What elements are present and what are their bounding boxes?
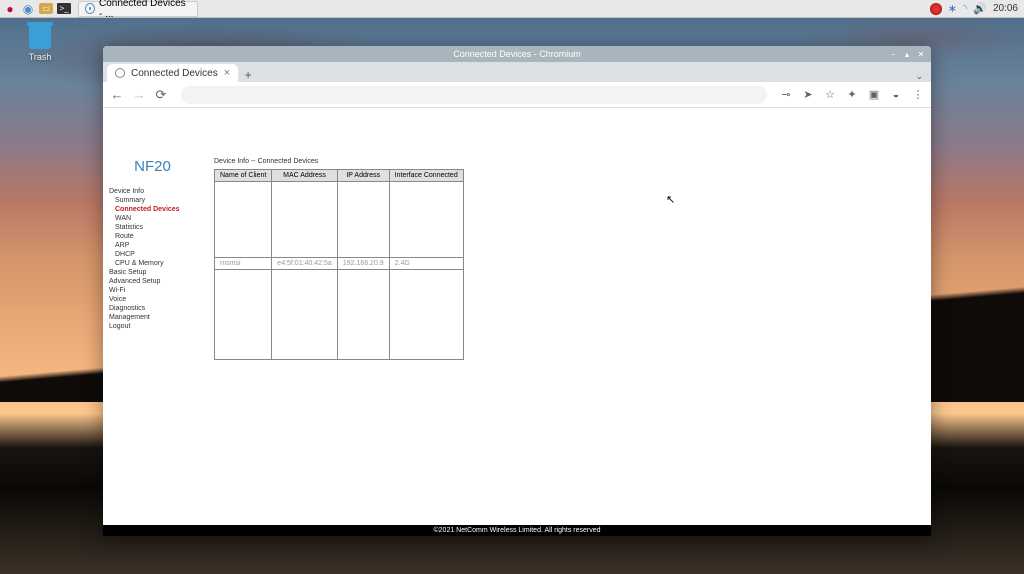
address-bar[interactable] bbox=[181, 86, 767, 104]
new-tab-button[interactable]: + bbox=[238, 68, 258, 82]
nav-connected-devices[interactable]: Connected Devices bbox=[109, 205, 196, 214]
tab-close-icon[interactable]: × bbox=[224, 67, 230, 79]
nav-diagnostics[interactable]: Diagnostics bbox=[109, 304, 196, 313]
tab-label: Connected Devices bbox=[131, 68, 218, 79]
maximize-button[interactable]: ▴ bbox=[901, 48, 913, 60]
cell-iface: 2.4G bbox=[389, 258, 463, 270]
router-logo: NF20 bbox=[109, 158, 196, 187]
nav-cpu-memory[interactable]: CPU & Memory bbox=[109, 259, 196, 268]
taskbar: ● ◉ ▭ >_ Connected Devices - ... ∗ ◝ 🔊 2… bbox=[0, 0, 1024, 18]
wifi-icon[interactable]: ◝ bbox=[963, 2, 967, 15]
chromium-window: Connected Devices - Chromium − ▴ ✕ Conne… bbox=[103, 46, 931, 536]
sound-icon[interactable]: 🔊 bbox=[973, 2, 987, 15]
cell-mac: e4:5f:01:40:42:5a bbox=[272, 258, 338, 270]
browser-launcher-icon[interactable]: ◉ bbox=[20, 1, 36, 17]
back-button[interactable]: ← bbox=[109, 87, 125, 102]
nav-wifi[interactable]: Wi-Fi bbox=[109, 286, 196, 295]
breadcrumb: Device Info -- Connected Devices bbox=[214, 158, 931, 165]
page-content: NF20 Device Info Summary Connected Devic… bbox=[103, 108, 931, 525]
reload-button[interactable]: ⟳ bbox=[153, 87, 169, 103]
trash-label: Trash bbox=[29, 52, 52, 62]
nav-wan[interactable]: WAN bbox=[109, 214, 196, 223]
nav-route[interactable]: Route bbox=[109, 232, 196, 241]
th-name: Name of Client bbox=[215, 170, 272, 182]
th-mac: MAC Address bbox=[272, 170, 338, 182]
taskbar-window-button[interactable]: Connected Devices - ... bbox=[78, 1, 198, 17]
nav-statistics[interactable]: Statistics bbox=[109, 223, 196, 232]
device-icon[interactable]: ▣ bbox=[867, 88, 881, 101]
router-sidebar: NF20 Device Info Summary Connected Devic… bbox=[103, 108, 196, 525]
send-icon[interactable]: ➤ bbox=[801, 88, 815, 101]
window-titlebar[interactable]: Connected Devices - Chromium − ▴ ✕ bbox=[103, 46, 931, 62]
nav-arp[interactable]: ARP bbox=[109, 241, 196, 250]
nav-summary[interactable]: Summary bbox=[109, 196, 196, 205]
window-title: Connected Devices - Chromium bbox=[453, 49, 581, 59]
trash-bin-icon bbox=[29, 25, 51, 49]
minimize-button[interactable]: − bbox=[887, 48, 899, 60]
nav-logout[interactable]: Logout bbox=[109, 322, 196, 331]
star-icon[interactable]: ☆ bbox=[823, 88, 837, 101]
cell-name: rnsmsi bbox=[215, 258, 272, 270]
nav-advanced-setup[interactable]: Advanced Setup bbox=[109, 277, 196, 286]
nav-device-info[interactable]: Device Info bbox=[109, 187, 196, 196]
browser-tab[interactable]: Connected Devices × bbox=[107, 64, 238, 82]
extensions-icon[interactable]: ✦ bbox=[845, 88, 859, 101]
forward-button[interactable]: → bbox=[131, 87, 147, 102]
nav-basic-setup[interactable]: Basic Setup bbox=[109, 268, 196, 277]
table-row: rnsmsi e4:5f:01:40:42:5a 192.168.20.9 2.… bbox=[215, 258, 464, 270]
th-ip: IP Address bbox=[337, 170, 389, 182]
connected-devices-table: Name of Client MAC Address IP Address In… bbox=[214, 169, 464, 360]
bluetooth-icon[interactable]: ∗ bbox=[948, 2, 957, 15]
table-header-row: Name of Client MAC Address IP Address In… bbox=[215, 170, 464, 182]
tab-bar: Connected Devices × + ⌄ bbox=[103, 62, 931, 82]
taskbar-window-label: Connected Devices - ... bbox=[99, 0, 191, 20]
terminal-launcher-icon[interactable]: >_ bbox=[56, 1, 72, 17]
router-footer: ©2021 NetComm Wireless Limited. All righ… bbox=[103, 525, 931, 536]
chromium-icon bbox=[85, 3, 95, 14]
router-main: Device Info -- Connected Devices Name of… bbox=[196, 108, 931, 525]
files-launcher-icon[interactable]: ▭ bbox=[38, 1, 54, 17]
record-icon[interactable] bbox=[930, 3, 942, 15]
cell-ip: 192.168.20.9 bbox=[337, 258, 389, 270]
trash-desktop-icon[interactable]: Trash bbox=[20, 25, 60, 62]
nav-management[interactable]: Management bbox=[109, 313, 196, 322]
close-button[interactable]: ✕ bbox=[915, 48, 927, 60]
globe-icon bbox=[115, 68, 125, 78]
table-spacer bbox=[215, 270, 464, 360]
key-icon[interactable]: ⊸ bbox=[779, 88, 793, 101]
table-spacer bbox=[215, 182, 464, 258]
nav-dhcp[interactable]: DHCP bbox=[109, 250, 196, 259]
menu-dots-icon[interactable]: ⋮ bbox=[911, 88, 925, 101]
tab-dropdown-icon[interactable]: ⌄ bbox=[907, 71, 931, 82]
profile-icon[interactable]: ◒ bbox=[889, 89, 903, 101]
browser-toolbar: ← → ⟳ ⊸ ➤ ☆ ✦ ▣ ◒ ⋮ bbox=[103, 82, 931, 108]
th-iface: Interface Connected bbox=[389, 170, 463, 182]
clock[interactable]: 20:06 bbox=[993, 3, 1018, 14]
menu-icon[interactable]: ● bbox=[2, 1, 18, 17]
nav-voice[interactable]: Voice bbox=[109, 295, 196, 304]
